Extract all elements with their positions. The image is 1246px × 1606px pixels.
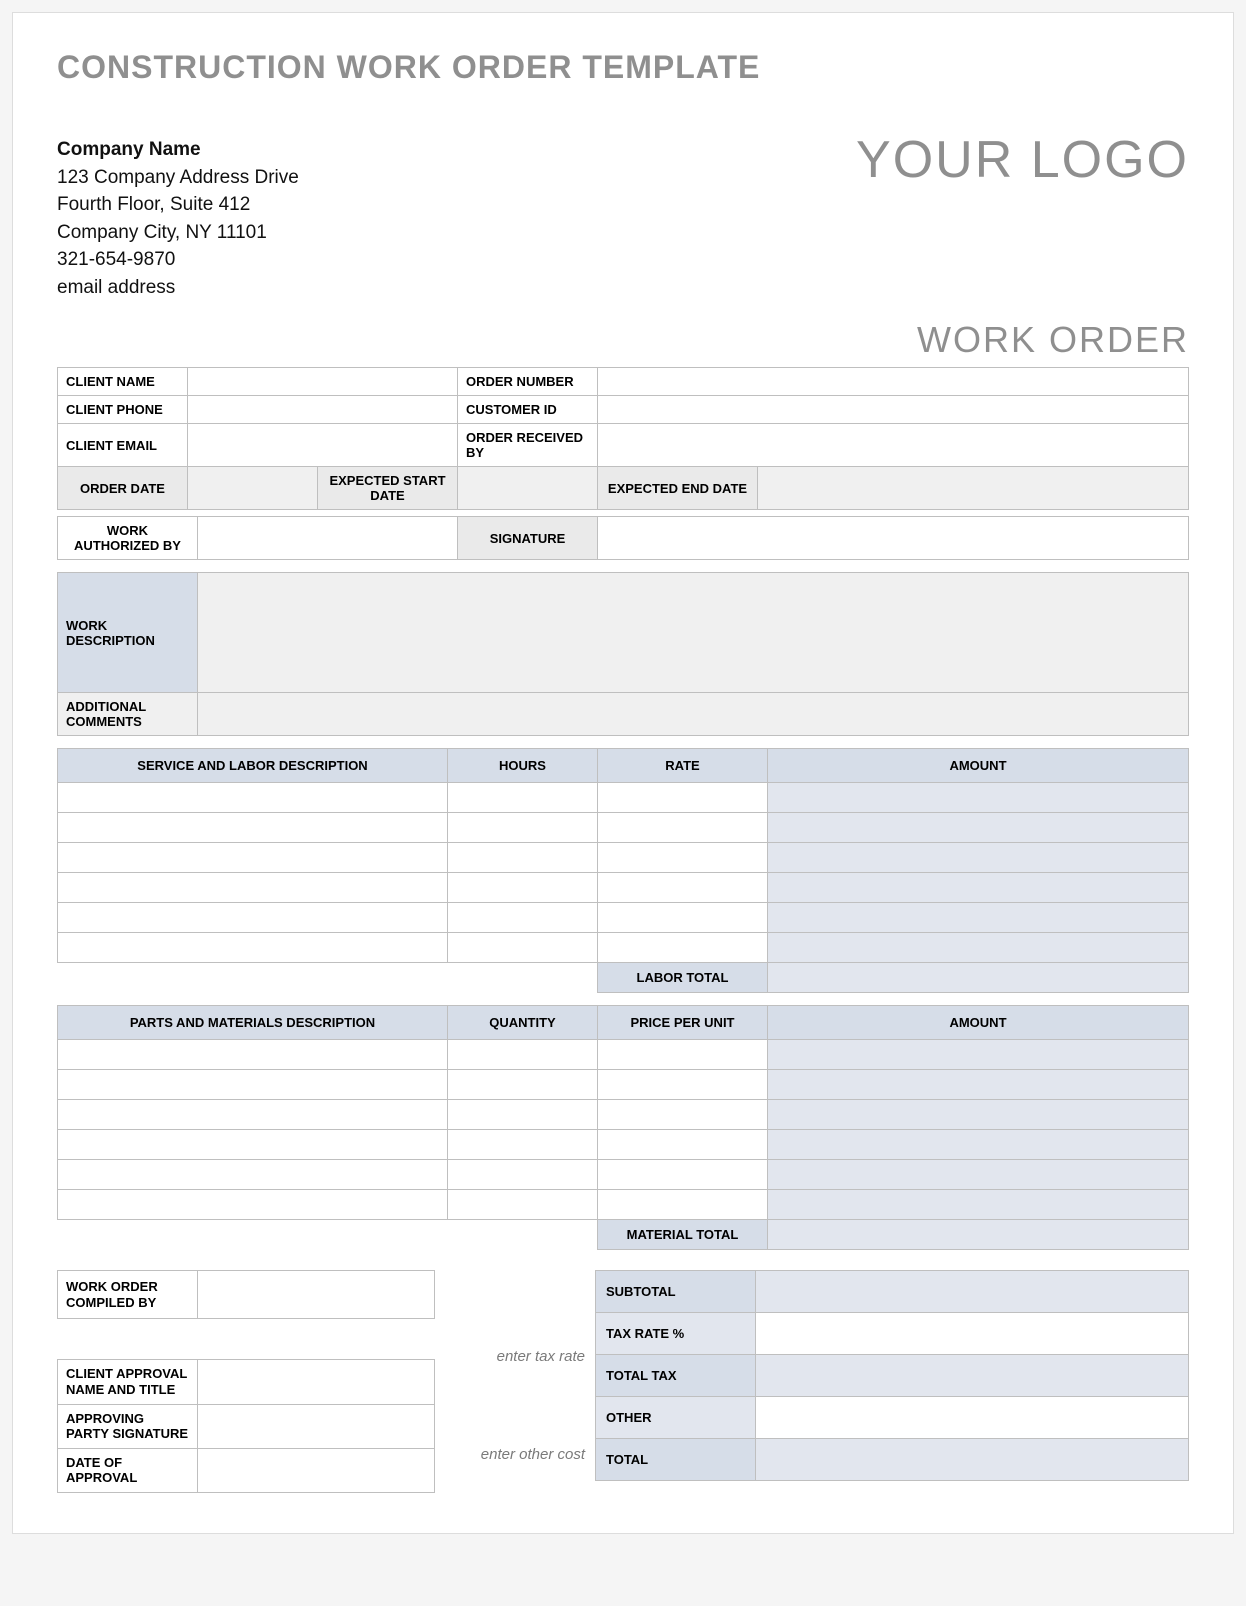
parts-row (58, 1070, 1189, 1100)
compiled-by-box: WORK ORDER COMPILED BY (57, 1270, 435, 1319)
header-row: Company Name 123 Company Address Drive F… (57, 136, 1189, 301)
labor-total-label: LABOR TOTAL (598, 963, 768, 993)
labor-total-field[interactable] (768, 963, 1189, 993)
work-authorized-by-label: WORK AUTHORIZED BY (58, 517, 198, 560)
total-tax-field[interactable] (756, 1355, 1189, 1397)
additional-comments-label: ADDITIONAL COMMENTS (58, 693, 198, 736)
company-block: Company Name 123 Company Address Drive F… (57, 136, 299, 301)
parts-quantity-header: QUANTITY (448, 1006, 598, 1040)
service-description-header: SERVICE AND LABOR DESCRIPTION (58, 749, 448, 783)
order-received-by-label: ORDER RECEIVED BY (458, 424, 598, 467)
client-approval-name-label: CLIENT APPROVAL NAME AND TITLE (58, 1360, 198, 1404)
order-received-by-field[interactable] (598, 424, 1189, 467)
company-email: email address (57, 274, 299, 302)
footer-row: WORK ORDER COMPILED BY CLIENT APPROVAL N… (57, 1270, 1189, 1493)
order-number-label: ORDER NUMBER (458, 368, 598, 396)
company-name: Company Name (57, 136, 299, 164)
subtotal-field[interactable] (756, 1271, 1189, 1313)
page: CONSTRUCTION WORK ORDER TEMPLATE Company… (12, 12, 1234, 1534)
client-email-field[interactable] (188, 424, 458, 467)
parts-materials-table: PARTS AND MATERIALS DESCRIPTION QUANTITY… (57, 1005, 1189, 1250)
document-title: CONSTRUCTION WORK ORDER TEMPLATE (57, 49, 1189, 86)
additional-comments-field[interactable] (198, 693, 1189, 736)
service-labor-table: SERVICE AND LABOR DESCRIPTION HOURS RATE… (57, 748, 1189, 993)
subtotal-label: SUBTOTAL (596, 1271, 756, 1313)
total-label: TOTAL (596, 1439, 756, 1481)
expected-end-date-label: EXPECTED END DATE (598, 467, 758, 510)
client-info-table: CLIENT NAME ORDER NUMBER CLIENT PHONE CU… (57, 367, 1189, 510)
service-hours-header: HOURS (448, 749, 598, 783)
approval-date-field[interactable] (198, 1448, 435, 1492)
parts-row (58, 1160, 1189, 1190)
service-amount-header: AMOUNT (768, 749, 1189, 783)
order-date-field[interactable] (188, 467, 318, 510)
expected-start-date-label: EXPECTED START DATE (318, 467, 458, 510)
total-tax-label: TOTAL TAX (596, 1355, 756, 1397)
other-field[interactable] (756, 1397, 1189, 1439)
service-row (58, 873, 1189, 903)
parts-row (58, 1100, 1189, 1130)
customer-id-field[interactable] (598, 396, 1189, 424)
other-cost-hint: enter other cost (435, 1430, 595, 1478)
service-row (58, 933, 1189, 963)
work-description-field[interactable] (198, 573, 1189, 693)
parts-price-header: PRICE PER UNIT (598, 1006, 768, 1040)
client-approval-name-field[interactable] (198, 1360, 435, 1404)
total-field[interactable] (756, 1439, 1189, 1481)
order-date-label: ORDER DATE (58, 467, 188, 510)
parts-row (58, 1040, 1189, 1070)
description-table: WORK DESCRIPTION ADDITIONAL COMMENTS (57, 572, 1189, 736)
approval-table: CLIENT APPROVAL NAME AND TITLE APPROVING… (57, 1359, 435, 1493)
other-label: OTHER (596, 1397, 756, 1439)
expected-start-date-field[interactable] (458, 467, 598, 510)
parts-amount-header: AMOUNT (768, 1006, 1189, 1040)
parts-row (58, 1130, 1189, 1160)
totals-table: SUBTOTAL TAX RATE % TOTAL TAX OTHER TOTA… (595, 1270, 1189, 1481)
company-address-line1: 123 Company Address Drive (57, 164, 299, 192)
client-phone-field[interactable] (188, 396, 458, 424)
material-total-label: MATERIAL TOTAL (598, 1220, 768, 1250)
company-address-line3: Company City, NY 11101 (57, 219, 299, 247)
tax-rate-field[interactable] (756, 1313, 1189, 1355)
service-row (58, 843, 1189, 873)
company-address-line2: Fourth Floor, Suite 412 (57, 191, 299, 219)
service-rate-header: RATE (598, 749, 768, 783)
approval-date-label: DATE OF APPROVAL (58, 1448, 198, 1492)
client-phone-label: CLIENT PHONE (58, 396, 188, 424)
approving-signature-label: APPROVING PARTY SIGNATURE (58, 1404, 198, 1448)
client-name-field[interactable] (188, 368, 458, 396)
compiled-by-label: WORK ORDER COMPILED BY (58, 1271, 198, 1319)
service-row (58, 903, 1189, 933)
parts-row (58, 1190, 1189, 1220)
company-phone: 321-654-9870 (57, 246, 299, 274)
client-name-label: CLIENT NAME (58, 368, 188, 396)
client-email-label: CLIENT EMAIL (58, 424, 188, 467)
work-order-heading: WORK ORDER (57, 319, 1189, 361)
order-number-field[interactable] (598, 368, 1189, 396)
service-row (58, 783, 1189, 813)
hints-column: enter tax rate enter other cost (435, 1270, 595, 1478)
tax-rate-label: TAX RATE % (596, 1313, 756, 1355)
customer-id-label: CUSTOMER ID (458, 396, 598, 424)
work-authorized-by-field[interactable] (198, 517, 458, 560)
left-column: WORK ORDER COMPILED BY CLIENT APPROVAL N… (57, 1270, 435, 1493)
authorization-table: WORK AUTHORIZED BY SIGNATURE (57, 516, 1189, 560)
logo-placeholder: YOUR LOGO (856, 130, 1189, 190)
signature-label: SIGNATURE (458, 517, 598, 560)
parts-description-header: PARTS AND MATERIALS DESCRIPTION (58, 1006, 448, 1040)
service-row (58, 813, 1189, 843)
signature-field[interactable] (598, 517, 1189, 560)
material-total-field[interactable] (768, 1220, 1189, 1250)
compiled-by-field[interactable] (198, 1271, 435, 1319)
work-description-label: WORK DESCRIPTION (58, 573, 198, 693)
approving-signature-field[interactable] (198, 1404, 435, 1448)
tax-rate-hint: enter tax rate (435, 1332, 595, 1380)
expected-end-date-field[interactable] (758, 467, 1189, 510)
